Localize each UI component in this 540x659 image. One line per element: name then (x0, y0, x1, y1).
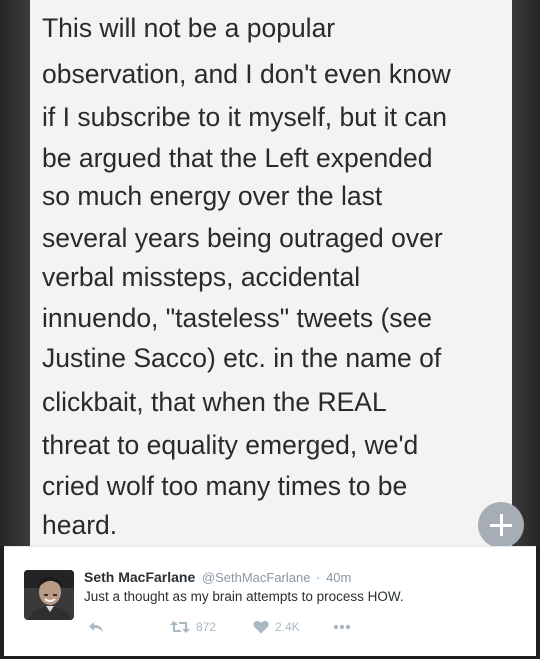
retweet-icon (170, 621, 190, 633)
note-line: observation, and I don't even know (42, 59, 451, 89)
more-button[interactable] (333, 617, 351, 637)
tweet-time[interactable]: 40m (326, 570, 351, 585)
note-line: This will not be a popular (42, 13, 336, 43)
note-line: if I subscribe to it myself, but it can (42, 102, 448, 132)
heart-icon (253, 620, 269, 634)
reply-icon (89, 622, 103, 632)
more-icon (333, 624, 351, 630)
user-handle[interactable]: @SethMacFarlane (202, 570, 311, 585)
like-count: 2.4K (275, 620, 300, 634)
like-button[interactable]: 2.4K (253, 617, 300, 637)
note-line: be argued that the Left expended (42, 143, 433, 173)
note-line: threat to equality emerged, we'd (42, 430, 419, 460)
note-line: Justine Sacco) etc. in the name of (42, 343, 442, 373)
display-name[interactable]: Seth MacFarlane (84, 569, 195, 585)
tweet-text: Just a thought as my brain attempts to p… (84, 589, 404, 604)
reply-button[interactable] (88, 617, 104, 637)
retweet-count: 872 (196, 620, 217, 634)
note-line: cried wolf too many times to be (42, 471, 408, 501)
note-line: innuendo, "tasteless" tweets (see (42, 303, 433, 333)
note-line: verbal missteps, accidental (42, 262, 361, 292)
note-line: several years being outraged over (42, 223, 443, 253)
avatar[interactable] (24, 570, 74, 620)
background-right (512, 0, 540, 546)
separator: · (316, 570, 321, 585)
note-line: heard. (42, 510, 118, 540)
tweet-card[interactable]: Seth MacFarlane @SethMacFarlane · 40m Ju… (4, 546, 536, 656)
retweet-button[interactable]: 872 (170, 617, 216, 637)
background-left (0, 0, 30, 546)
add-button[interactable] (478, 502, 524, 548)
note-line: so much energy over the last (42, 181, 383, 211)
note-screenshot: This will not be a popular observation, … (30, 0, 512, 546)
note-line: clickbait, that when the REAL (42, 387, 387, 417)
tweet-header: Seth MacFarlane @SethMacFarlane · 40m (84, 569, 351, 586)
avatar-image (24, 570, 74, 620)
